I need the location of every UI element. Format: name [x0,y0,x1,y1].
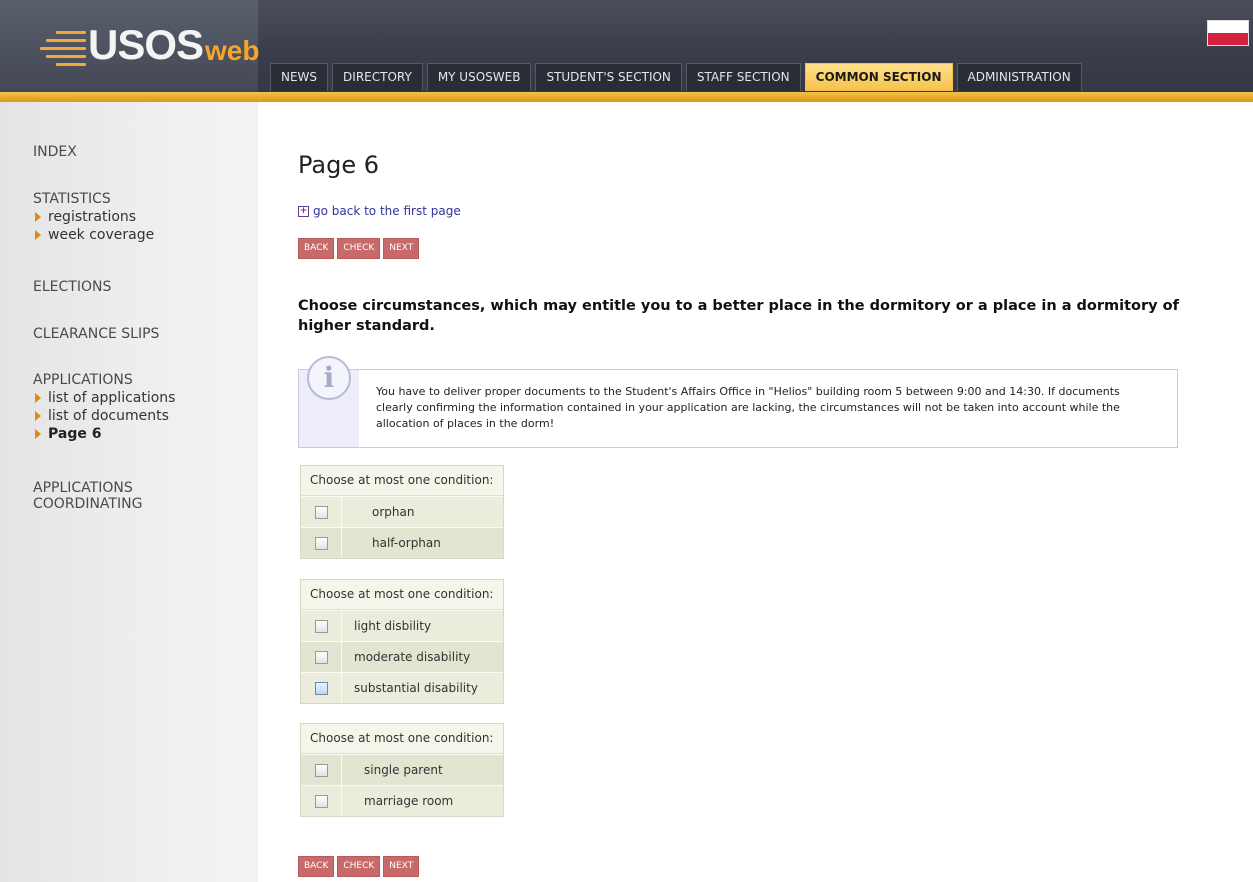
logo-suffix-text: web [205,35,260,66]
go-back-link[interactable]: + go back to the first page [298,204,461,218]
nav-buttons-top: BACK CHECK NEXT [298,238,422,259]
sidebar-item-week-coverage[interactable]: week coverage [33,227,154,243]
go-back-link-text: go back to the first page [313,204,461,218]
sidebar-item-page-6[interactable]: Page 6 [33,426,175,442]
condition-row-orphan: orphan [301,496,503,527]
tab-staff-section[interactable]: STAFF SECTION [685,63,801,91]
condition-group-header: Choose at most one condition: [301,724,503,754]
sidebar-group-statistics: STATISTICS registrations week coverage [33,191,154,243]
marriage-room-checkbox[interactable] [314,794,328,808]
tab-news[interactable]: NEWS [270,63,329,91]
condition-label: orphan [342,497,503,527]
back-button[interactable]: BACK [298,238,335,259]
sidebar-item-label-line2: COORDINATING [33,496,143,512]
tab-common-section[interactable]: COMMON SECTION [804,63,953,91]
section-heading: Choose circumstances, which may entitle … [298,298,1179,334]
condition-label: single parent [342,755,503,785]
single-parent-checkbox[interactable] [314,763,328,777]
language-flag-icon[interactable] [1207,20,1249,46]
sidebar-item-label: list of applications [48,390,176,406]
sidebar-group-applications: APPLICATIONS list of applications list o… [33,372,175,442]
orphan-checkbox[interactable] [314,505,328,519]
condition-row-light-disability: light disbility [301,610,503,641]
condition-label: marriage room [342,786,503,816]
condition-group-3: Choose at most one condition: single par… [300,723,504,817]
condition-label: half-orphan [342,528,503,558]
check-button[interactable]: CHECK [337,856,381,877]
arrow-right-icon [35,393,41,403]
sidebar-group-title[interactable]: STATISTICS [33,191,154,207]
condition-group-header: Choose at most one condition: [301,466,503,496]
sidebar-item-label-line1: APPLICATIONS [33,480,133,496]
next-button[interactable]: NEXT [383,238,420,259]
info-icon-column: i [299,356,359,447]
tab-students-section[interactable]: STUDENT'S SECTION [535,63,682,91]
arrow-right-icon [35,230,41,240]
info-box: i You have to deliver proper documents t… [298,356,1178,448]
sidebar-item-applications-coordinating[interactable]: APPLICATIONS COORDINATING [33,480,142,512]
substantial-disability-checkbox[interactable] [314,681,328,695]
condition-row-substantial-disability: substantial disability [301,672,503,703]
logo-lines-icon [40,25,86,66]
condition-row-moderate-disability: moderate disability [301,641,503,672]
arrow-right-icon [35,212,41,222]
plus-box-icon: + [298,205,309,217]
info-icon: i [307,356,351,400]
condition-row-marriage-room: marriage room [301,785,503,816]
sidebar-item-label: week coverage [48,227,155,243]
condition-group-header: Choose at most one condition: [301,580,503,610]
next-button[interactable]: NEXT [383,856,420,877]
condition-row-half-orphan: half-orphan [301,527,503,558]
sidebar-item-clearance-slips[interactable]: CLEARANCE SLIPS [33,326,159,342]
condition-group-1: Choose at most one condition: orphan hal… [300,465,504,559]
tab-directory[interactable]: DIRECTORY [332,63,423,91]
back-button[interactable]: BACK [298,856,335,877]
light-disability-checkbox[interactable] [314,619,328,633]
condition-label: light disbility [342,611,503,641]
tab-my-usosweb[interactable]: MY USOSWEB [426,63,532,91]
sidebar-item-elections[interactable]: ELECTIONS [33,279,111,295]
condition-row-single-parent: single parent [301,754,503,785]
sidebar: INDEX STATISTICS registrations week cove… [0,102,258,882]
sidebar-item-list-of-applications[interactable]: list of applications [33,390,175,406]
sidebar-item-label: list of documents [48,408,169,424]
half-orphan-checkbox[interactable] [314,536,328,550]
sidebar-group-title[interactable]: APPLICATIONS [33,372,175,388]
moderate-disability-checkbox[interactable] [314,650,328,664]
info-text: You have to deliver proper documents to … [376,385,1120,430]
page-title: Page 6 [298,151,379,179]
check-button[interactable]: CHECK [337,238,381,259]
condition-label: substantial disability [342,673,503,703]
sidebar-item-registrations[interactable]: registrations [33,209,154,225]
tab-administration[interactable]: ADMINISTRATION [956,63,1082,91]
logo-main-text: USOS [88,21,204,68]
sidebar-item-label: Page 6 [48,426,102,442]
condition-group-2: Choose at most one condition: light disb… [300,579,504,704]
usosweb-logo[interactable]: USOS web [40,20,260,70]
arrow-right-icon [35,411,41,421]
sidebar-item-list-of-documents[interactable]: list of documents [33,408,175,424]
condition-label: moderate disability [342,642,503,672]
header-accent-stripe [0,92,1253,102]
logo-area: USOS web [0,0,260,92]
arrow-right-icon [35,429,41,439]
sidebar-item-index[interactable]: INDEX [33,144,77,160]
nav-buttons-bottom: BACK CHECK NEXT [298,856,422,877]
main-tabs: NEWS DIRECTORY MY USOSWEB STUDENT'S SECT… [270,63,1086,91]
sidebar-item-label: registrations [48,209,137,225]
